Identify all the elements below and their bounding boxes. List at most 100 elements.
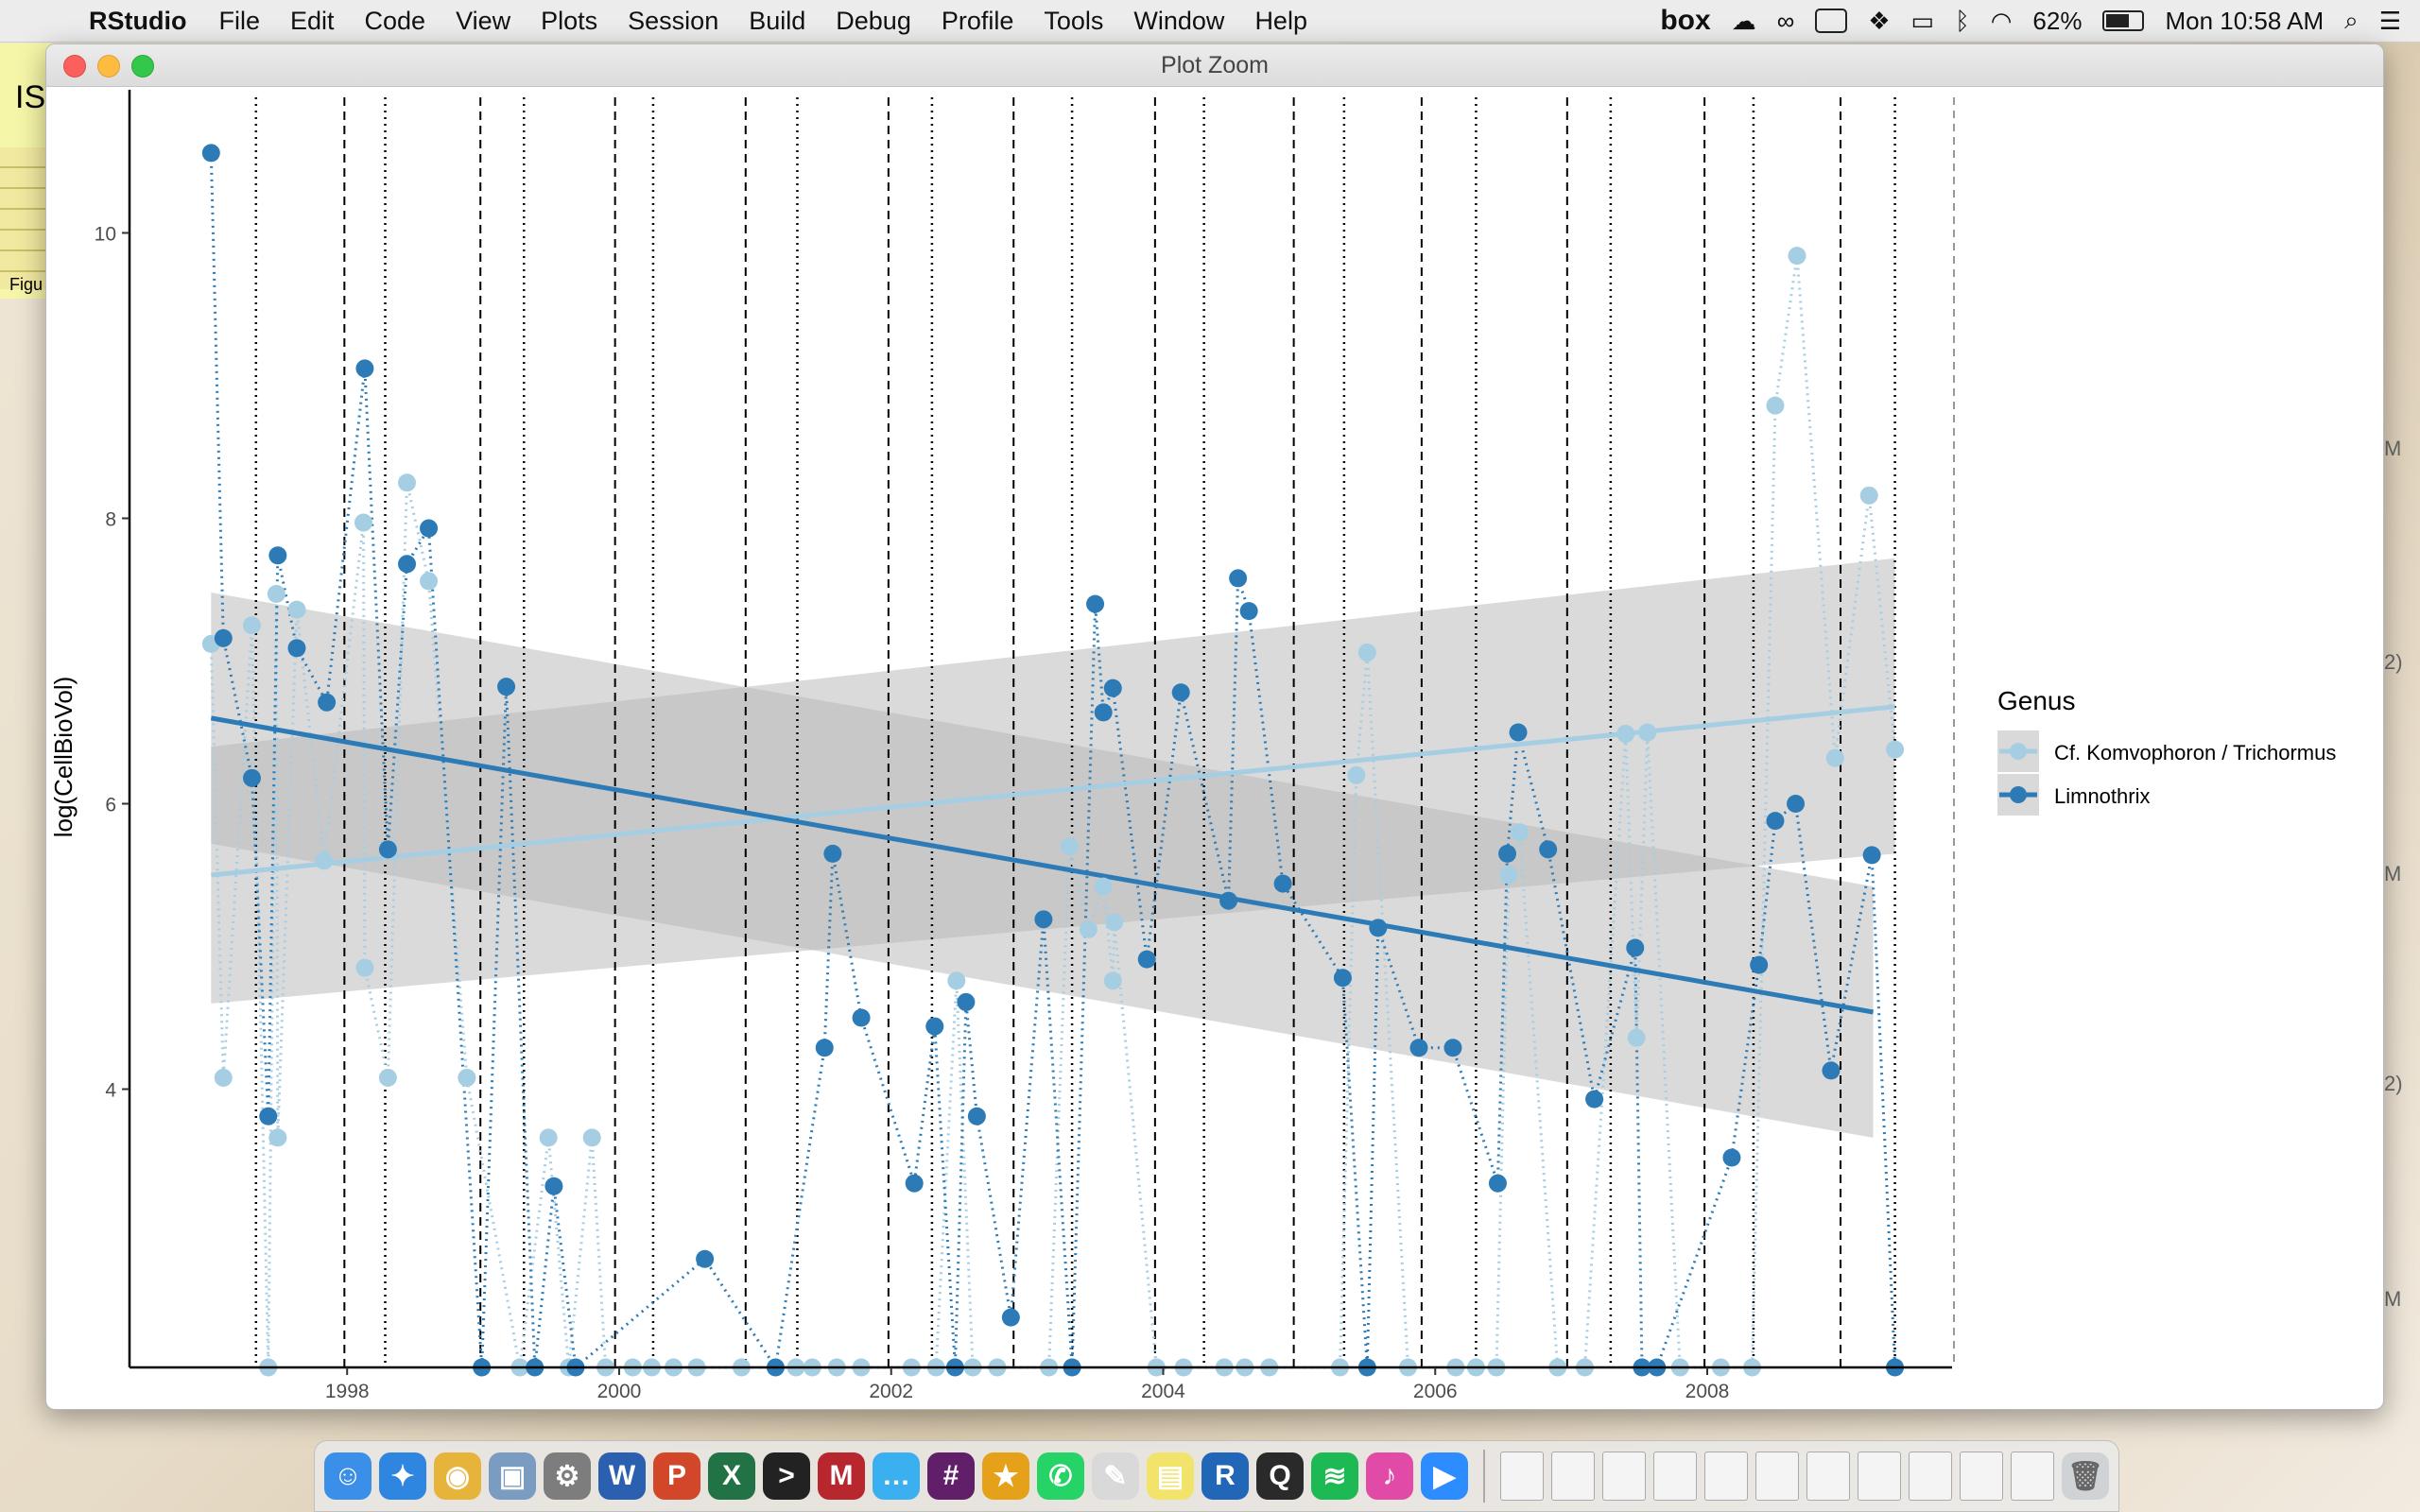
data-point: [268, 546, 287, 565]
data-point: [242, 616, 261, 635]
battery-percent[interactable]: 62%: [2032, 7, 2082, 36]
doc-thumbnail-icon[interactable]: [1551, 1452, 1595, 1501]
r-icon[interactable]: R: [1201, 1452, 1249, 1500]
textedit-icon[interactable]: ✎: [1092, 1452, 1139, 1500]
box-status[interactable]: box: [1660, 5, 1710, 37]
wunderlist-icon[interactable]: ★: [982, 1452, 1029, 1500]
safari-icon[interactable]: ✦: [379, 1452, 426, 1500]
data-point: [1137, 950, 1156, 969]
data-point: [315, 851, 334, 870]
trash-icon[interactable]: 🗑: [2062, 1452, 2109, 1500]
whatsapp-icon[interactable]: ✆: [1037, 1452, 1084, 1500]
itunes-icon[interactable]: ♪: [1366, 1452, 1413, 1500]
data-point: [1086, 594, 1105, 613]
data-point: [1488, 1174, 1507, 1193]
doc-thumbnail-icon[interactable]: [1960, 1452, 2003, 1501]
mendeley-icon[interactable]: M: [818, 1452, 865, 1500]
menu-help[interactable]: Help: [1254, 7, 1307, 36]
creative-cloud-icon[interactable]: ∞: [1777, 7, 1795, 36]
doc-thumbnail-icon[interactable]: [1500, 1452, 1544, 1501]
data-point: [1862, 846, 1881, 865]
battery-icon[interactable]: [2102, 10, 2145, 31]
right-sliver-text: M: [2384, 437, 2402, 460]
airplay-icon[interactable]: ▭: [1911, 7, 1935, 36]
data-point: [1094, 703, 1113, 722]
spotify-icon[interactable]: ≋: [1311, 1452, 1358, 1500]
doc-thumbnail-icon[interactable]: [1806, 1452, 1850, 1501]
close-window-button[interactable]: [63, 55, 86, 77]
messages-icon[interactable]: …: [873, 1452, 920, 1500]
menu-profile[interactable]: Profile: [942, 7, 1014, 36]
system-preferences-icon[interactable]: ⚙: [544, 1452, 591, 1500]
data-point: [287, 639, 306, 658]
plot-zoom-window: Plot Zoom 4 6 8 10 1998 2000 2002 2004 2006 2008 …: [45, 43, 2384, 1410]
stickies-icon[interactable]: ▤: [1147, 1452, 1194, 1500]
slack-icon[interactable]: #: [927, 1452, 975, 1500]
right-sliver-text: M: [2384, 862, 2402, 885]
data-point: [1001, 1308, 1020, 1327]
data-point: [1859, 486, 1878, 505]
menu-session[interactable]: Session: [628, 7, 718, 36]
data-point: [1722, 1148, 1741, 1167]
data-point: [214, 628, 233, 647]
doc-thumbnail-icon[interactable]: [1858, 1452, 1901, 1501]
menu-window[interactable]: Window: [1133, 7, 1224, 36]
data-point: [355, 958, 374, 977]
x-tick-label: 2002: [869, 1381, 913, 1402]
menu-edit[interactable]: Edit: [290, 7, 335, 36]
doc-thumbnail-icon[interactable]: [1755, 1452, 1799, 1501]
data-point: [1787, 795, 1806, 814]
doc-thumbnail-icon[interactable]: [2011, 1452, 2054, 1501]
menu-debug[interactable]: Debug: [836, 7, 911, 36]
bluetooth-icon[interactable]: ᛒ: [1955, 7, 1970, 36]
data-point: [259, 1107, 278, 1125]
cloud-upload-icon[interactable]: ☁: [1732, 7, 1756, 36]
data-point: [1079, 919, 1098, 938]
data-point: [318, 693, 337, 712]
menu-tools[interactable]: Tools: [1044, 7, 1103, 36]
notification-center-icon[interactable]: ☰: [2379, 7, 2401, 36]
menu-app-name[interactable]: RStudio: [89, 7, 186, 36]
data-point: [815, 1039, 834, 1057]
data-point: [1825, 748, 1844, 767]
data-point: [1822, 1061, 1841, 1080]
zoom-window-button[interactable]: [131, 55, 154, 77]
menu-file[interactable]: File: [218, 7, 260, 36]
menu-build[interactable]: Build: [749, 7, 805, 36]
y-tick-label: 6: [105, 795, 116, 816]
chrome-icon[interactable]: ◉: [434, 1452, 481, 1500]
quicktime-icon[interactable]: Q: [1256, 1452, 1304, 1500]
data-point: [287, 600, 306, 619]
doc-thumbnail-icon[interactable]: [1653, 1452, 1697, 1501]
excel-icon[interactable]: X: [708, 1452, 755, 1500]
spotlight-search-icon[interactable]: ⌕: [2344, 6, 2359, 36]
zoom-icon[interactable]: ▶: [1421, 1452, 1468, 1500]
wifi-icon[interactable]: ◠: [1991, 7, 2013, 36]
status-area: box ☁ ∞ ❖ ▭ ᛒ ◠ 62% Mon 10:58 AM ⌕ ☰: [1660, 0, 2401, 42]
window-title: Plot Zoom: [1161, 51, 1269, 78]
window-titlebar[interactable]: Plot Zoom: [46, 44, 2383, 87]
doc-thumbnail-icon[interactable]: [1909, 1452, 1952, 1501]
preview-icon[interactable]: ▣: [489, 1452, 536, 1500]
data-point: [1219, 891, 1238, 910]
data-point: [1171, 683, 1190, 702]
data-point: [398, 555, 417, 574]
terminal-icon[interactable]: >: [763, 1452, 810, 1500]
data-point: [420, 519, 439, 538]
data-point: [1750, 955, 1769, 974]
minimize-window-button[interactable]: [97, 55, 120, 77]
data-point: [1239, 602, 1258, 621]
y-tick-label: 8: [105, 508, 116, 530]
doc-thumbnail-icon[interactable]: [1704, 1452, 1748, 1501]
finder-icon[interactable]: ☺: [324, 1452, 372, 1500]
word-icon[interactable]: W: [598, 1452, 646, 1500]
clock[interactable]: Mon 10:58 AM: [2165, 7, 2324, 36]
dropbox-icon[interactable]: ❖: [1868, 7, 1890, 36]
doc-thumbnail-icon[interactable]: [1602, 1452, 1646, 1501]
video-icon[interactable]: [1815, 9, 1848, 33]
menu-plots[interactable]: Plots: [541, 7, 597, 36]
menu-code[interactable]: Code: [365, 7, 426, 36]
powerpoint-icon[interactable]: P: [653, 1452, 700, 1500]
data-point: [1333, 969, 1352, 988]
menu-view[interactable]: View: [456, 7, 510, 36]
